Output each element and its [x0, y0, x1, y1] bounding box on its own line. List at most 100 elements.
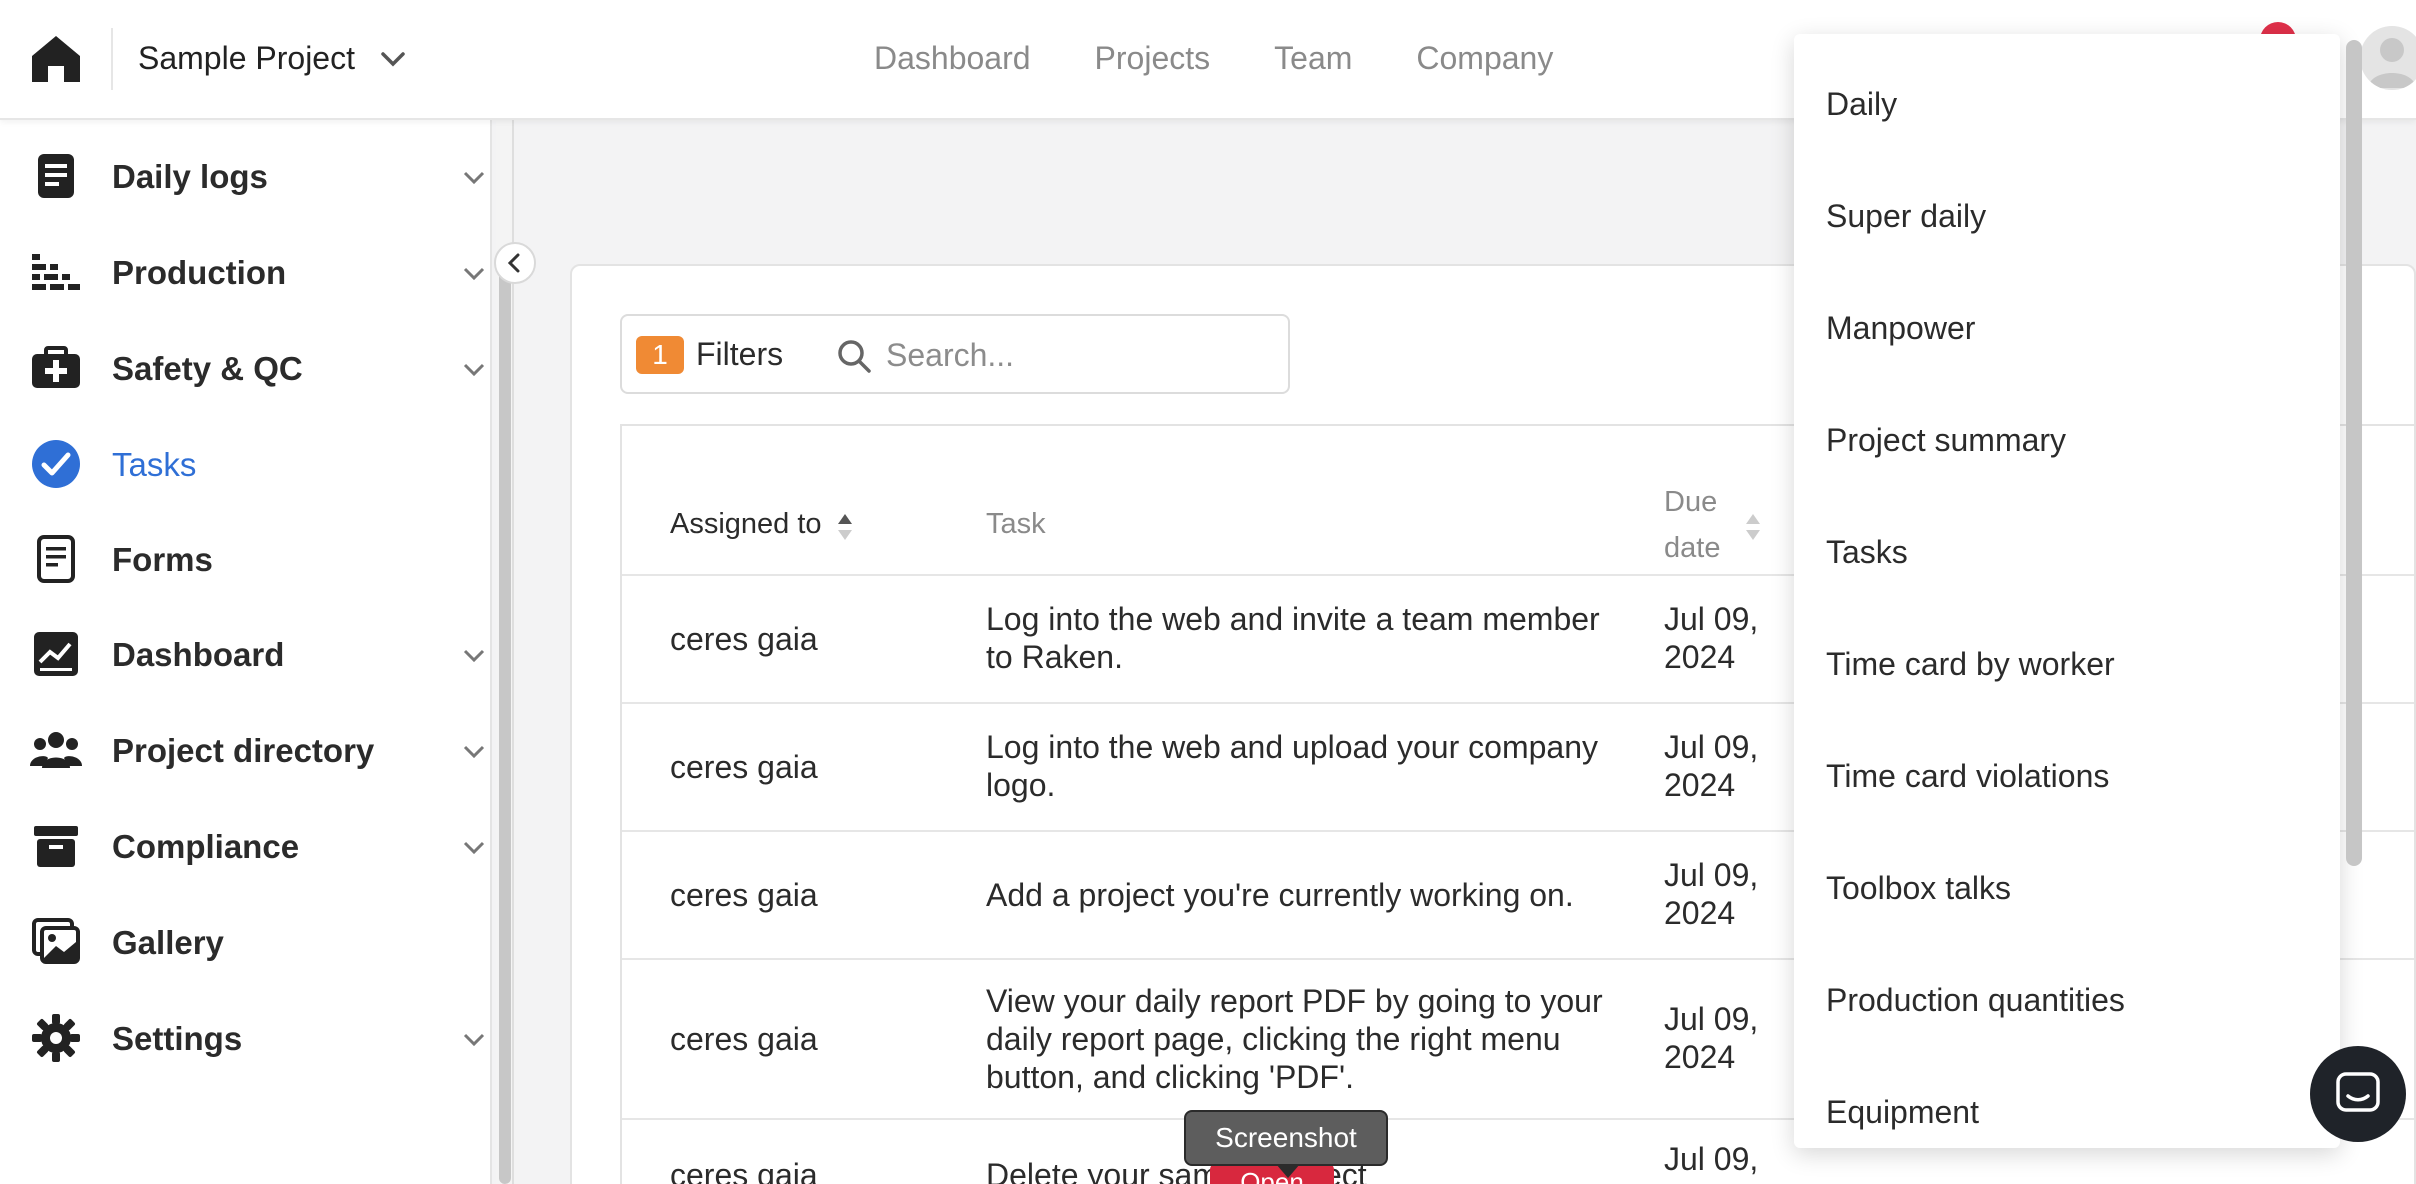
search-box	[810, 314, 1290, 394]
sidebar-item-label: Gallery	[112, 924, 224, 961]
assigned-cell: ceres gaia	[670, 621, 818, 657]
sidebar-item-label: Project directory	[112, 732, 375, 769]
sidebar-item-safety-qc[interactable]: Safety & QC	[0, 328, 492, 408]
task-cell: View your daily report PDF by going to y…	[986, 983, 1603, 1019]
due-cell-year: 2024	[1664, 767, 1736, 803]
nav-company[interactable]: Company	[1416, 40, 1553, 77]
chevron-left-icon	[507, 253, 520, 273]
task-cell: Log into the web and upload your company	[986, 729, 1598, 765]
sidebar-item-label: Compliance	[112, 828, 300, 865]
sidebar-item-dashboard[interactable]: Dashboard	[0, 614, 492, 694]
sort-icon[interactable]	[836, 512, 854, 542]
sidebar-item-compliance[interactable]: Compliance	[0, 806, 492, 886]
chevron-down-icon[interactable]	[460, 260, 488, 288]
due-cell-year: 2024	[1664, 895, 1736, 931]
avatar[interactable]	[2360, 26, 2416, 90]
divider	[111, 28, 113, 90]
menu-item-super-daily[interactable]: Super daily	[1826, 198, 1986, 235]
row-menu-button[interactable]: …	[1440, 1164, 1470, 1184]
tooltip-arrow	[1276, 1164, 1300, 1178]
search-icon	[836, 338, 872, 374]
chevron-down-icon[interactable]	[460, 356, 488, 384]
sidebar-item-production[interactable]: Production	[0, 232, 492, 312]
assigned-cell: ceres gaia	[670, 877, 818, 913]
sidebar-item-daily-logs[interactable]: Daily logs	[0, 136, 492, 216]
menu-item-time-card-violations[interactable]: Time card violations	[1826, 758, 2109, 795]
task-cell-line: button, and clicking 'PDF'.	[986, 1059, 1354, 1095]
due-cell: Jul 09,	[1664, 1141, 1759, 1177]
collapse-sidebar-button[interactable]	[494, 242, 536, 284]
daily-logs-icon	[30, 150, 82, 202]
chevron-down-icon[interactable]	[460, 164, 488, 192]
sidebar-item-label: Safety & QC	[112, 350, 303, 387]
due-cell: Jul 09,	[1664, 857, 1759, 893]
search-input[interactable]	[886, 332, 1266, 378]
chat-launcher-button[interactable]	[2310, 1046, 2406, 1142]
due-cell: Jul 09,	[1664, 1001, 1759, 1037]
sidebar-item-label: Production	[112, 254, 287, 291]
chevron-down-icon[interactable]	[378, 44, 408, 74]
assigned-cell: ceres gaia	[670, 749, 818, 785]
assigned-cell: ceres gaia	[670, 1021, 818, 1057]
nav-dashboard[interactable]: Dashboard	[874, 40, 1031, 77]
column-header-task[interactable]: Task	[986, 508, 1046, 541]
check-circle-icon	[30, 438, 82, 490]
sidebar-item-tasks[interactable]: Tasks	[0, 424, 492, 504]
sidebar-item-label: Settings	[112, 1020, 243, 1057]
task-cell: Log into the web and invite a team membe…	[986, 601, 1600, 637]
chevron-down-icon[interactable]	[460, 834, 488, 862]
menu-item-manpower[interactable]: Manpower	[1826, 310, 1975, 347]
due-cell: Jul 09,	[1664, 729, 1759, 765]
project-selector[interactable]: Sample Project	[138, 40, 355, 77]
screenshot-tooltip: Screenshot	[1184, 1110, 1388, 1166]
due-cell: Jul 09,	[1664, 601, 1759, 637]
menu-item-toolbox-talks[interactable]: Toolbox talks	[1826, 870, 2011, 907]
task-cell: Add a project you're currently working o…	[986, 877, 1574, 913]
production-icon	[30, 246, 82, 298]
sidebar-item-project-directory[interactable]: Project directory	[0, 710, 492, 790]
dropdown-scrollbar[interactable]	[2346, 40, 2362, 866]
sort-icon[interactable]	[1744, 512, 1762, 542]
sidebar-item-gallery[interactable]: Gallery	[0, 902, 492, 982]
chevron-down-icon[interactable]	[460, 642, 488, 670]
sidebar-item-settings[interactable]: Settings	[0, 998, 492, 1078]
gallery-icon	[30, 916, 82, 968]
chevron-down-icon[interactable]	[460, 1026, 488, 1054]
task-cell-line: logo.	[986, 767, 1056, 803]
menu-item-production-quantities[interactable]: Production quantities	[1826, 982, 2125, 1019]
filters-button[interactable]: 1 Filters	[620, 314, 812, 394]
home-icon[interactable]	[28, 30, 84, 86]
filters-label: Filters	[696, 336, 784, 372]
menu-item-project-summary[interactable]: Project summary	[1826, 422, 2066, 459]
scrollbar-thumb[interactable]	[499, 270, 511, 1184]
due-cell-year: 2024	[1664, 1039, 1736, 1075]
people-icon	[30, 724, 82, 776]
menu-item-daily[interactable]: Daily	[1826, 86, 1897, 123]
menu-item-time-card-by-worker[interactable]: Time card by worker	[1826, 646, 2115, 683]
sidebar-item-forms[interactable]: Forms	[0, 519, 492, 599]
menu-item-equipment[interactable]: Equipment	[1826, 1094, 1979, 1131]
filters-count-badge: 1	[636, 336, 684, 374]
nav-team[interactable]: Team	[1274, 40, 1352, 77]
sidebar-item-label: Forms	[112, 541, 213, 578]
menu-item-tasks[interactable]: Tasks	[1826, 534, 1908, 571]
column-header-assigned-to[interactable]: Assigned to	[670, 508, 822, 541]
reports-dropdown-menu: Daily Super daily Manpower Project summa…	[1794, 34, 2340, 1148]
column-header-due-date[interactable]: Due	[1664, 486, 1717, 519]
chevron-down-icon[interactable]	[460, 738, 488, 766]
sidebar-item-label: Daily logs	[112, 158, 268, 195]
task-cell-line: daily report page, clicking the right me…	[986, 1021, 1561, 1057]
gear-icon	[30, 1012, 82, 1064]
assigned-cell: ceres gaia	[670, 1157, 818, 1184]
chat-icon	[2336, 1072, 2380, 1112]
sidebar-item-label: Dashboard	[112, 636, 285, 673]
task-cell-line: to Raken.	[986, 639, 1123, 675]
sidebar-item-label: Tasks	[112, 446, 197, 483]
nav-projects[interactable]: Projects	[1095, 40, 1211, 77]
sidebar: Daily logs Production Safety & QC Tasks …	[0, 120, 492, 1184]
column-header-due-date-line2[interactable]: date	[1664, 532, 1720, 565]
due-cell-year: 2024	[1664, 639, 1736, 675]
top-nav: Dashboard Projects Team Company	[874, 40, 1553, 77]
archive-icon	[30, 820, 82, 872]
safety-kit-icon	[30, 342, 82, 394]
